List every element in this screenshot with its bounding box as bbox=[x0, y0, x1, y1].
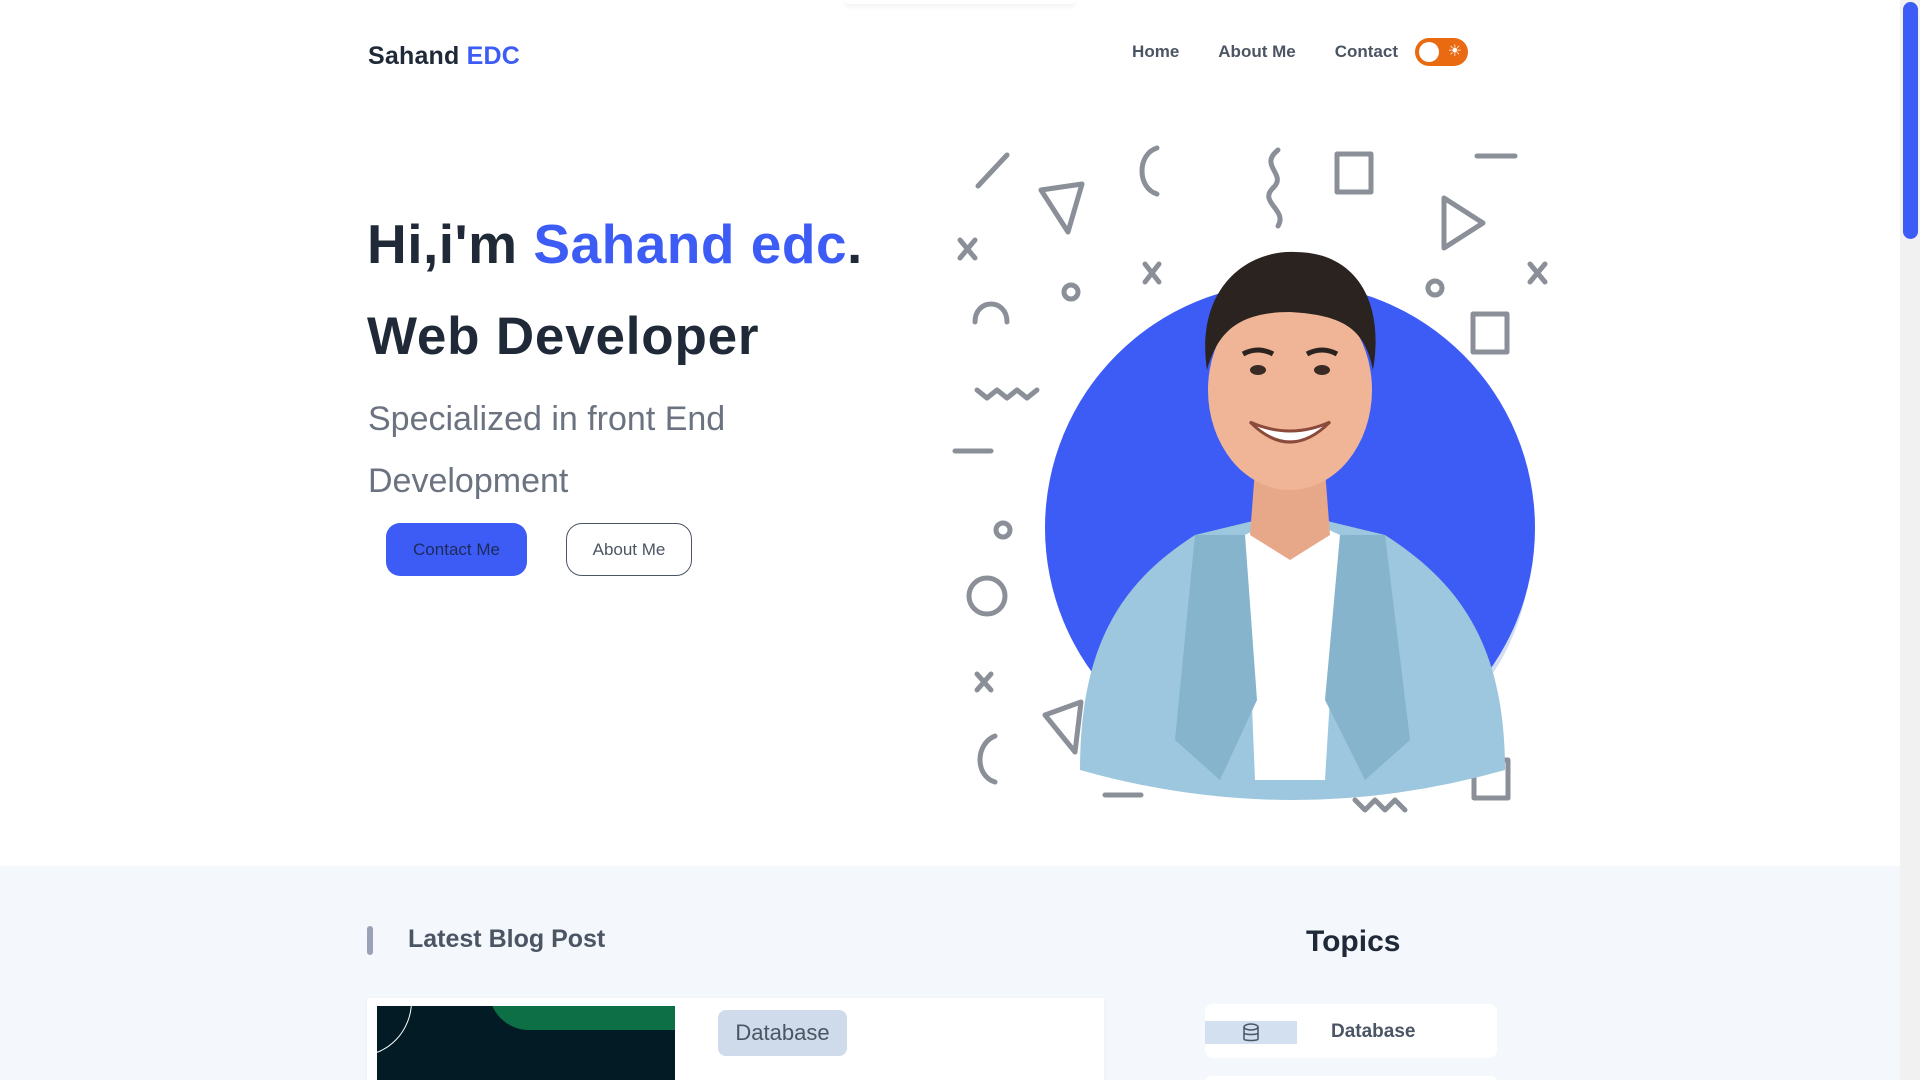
latest-blog-title: Latest Blog Post bbox=[408, 925, 606, 953]
about-me-button[interactable]: About Me bbox=[566, 523, 692, 576]
database-icon bbox=[1205, 1021, 1297, 1044]
nav-about-me[interactable]: About Me bbox=[1218, 42, 1295, 62]
contact-me-button[interactable]: Contact Me bbox=[386, 523, 527, 576]
topic-item[interactable] bbox=[1205, 1076, 1497, 1080]
thumb-arc bbox=[377, 1006, 412, 1056]
scrollbar-thumb[interactable] bbox=[1903, 2, 1918, 239]
thumb-green-shape bbox=[489, 1006, 675, 1030]
topic-label: Database bbox=[1331, 1021, 1416, 1042]
top-shadow bbox=[845, 0, 1075, 4]
hero-subtitle: Specialized in front End Development bbox=[368, 400, 726, 500]
nav-contact[interactable]: Contact bbox=[1335, 42, 1398, 62]
section-marker bbox=[367, 926, 373, 955]
topics-title: Topics bbox=[1306, 925, 1401, 958]
theme-toggle[interactable]: ☀ bbox=[1415, 38, 1468, 66]
toggle-knob bbox=[1419, 42, 1439, 62]
sun-icon: ☀ bbox=[1447, 43, 1462, 60]
brand-accent: EDC bbox=[466, 42, 521, 70]
brand-name: Sahand bbox=[368, 42, 460, 70]
main-nav: Home About Me Contact ☀ bbox=[1093, 38, 1468, 66]
hero-greeting: Hi,i'm Sahand edc. bbox=[367, 212, 863, 276]
blog-card-thumbnail[interactable] bbox=[377, 1006, 675, 1080]
brand-logo[interactable]: Sahand EDC bbox=[368, 42, 520, 71]
nav-home[interactable]: Home bbox=[1132, 42, 1179, 62]
hero-illustration bbox=[952, 145, 1548, 813]
hero-name: Sahand edc bbox=[533, 213, 848, 275]
greeting-period: . bbox=[847, 213, 863, 275]
blog-card-tag[interactable]: Database bbox=[718, 1010, 847, 1056]
hero-role: Web Developer bbox=[367, 307, 760, 366]
topic-item-database[interactable]: Database bbox=[1205, 1004, 1497, 1058]
blog-card[interactable]: Database bbox=[367, 998, 1104, 1080]
greeting-text: Hi,i'm bbox=[367, 213, 534, 275]
page: Sahand EDC Home About Me Contact ☀ Hi,i'… bbox=[0, 0, 1920, 1080]
